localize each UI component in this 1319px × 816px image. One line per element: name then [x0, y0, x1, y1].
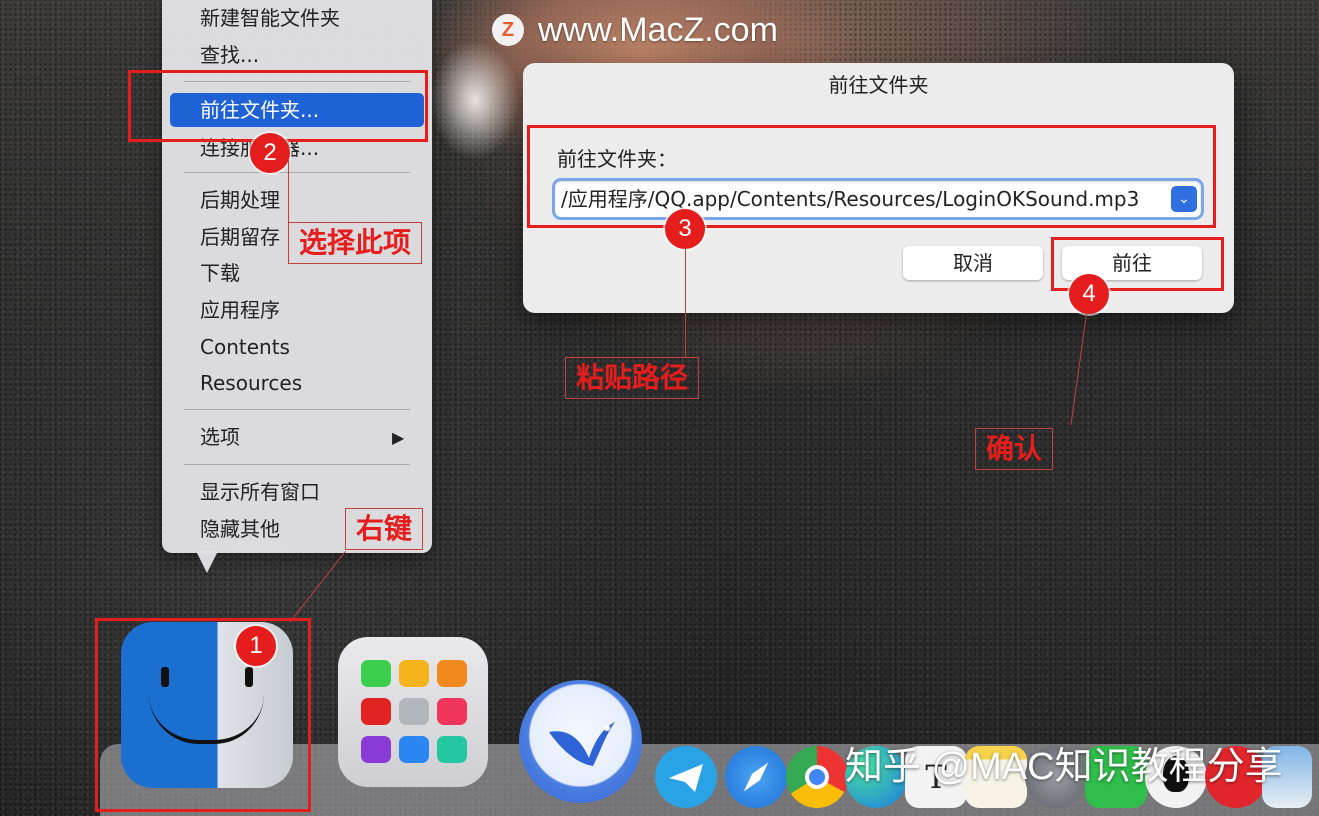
annotation-label-step1: 右键 — [345, 508, 424, 550]
safari-app-icon[interactable] — [725, 746, 787, 808]
annotation-line — [685, 249, 686, 357]
watermark-top: Z www.MacZ.com — [492, 10, 778, 50]
annotation-box-step3 — [527, 125, 1216, 228]
launchpad-tile — [399, 660, 429, 687]
macz-logo-icon: Z — [492, 14, 524, 46]
annotation-badge-1: 1 — [236, 626, 276, 666]
wallpaper-cat-white — [430, 40, 520, 160]
menu-item-downloads[interactable]: 下载 — [200, 258, 240, 288]
annotation-badge-4: 4 — [1069, 274, 1109, 314]
launchpad-tile — [361, 660, 391, 687]
cancel-button[interactable]: 取消 — [903, 246, 1043, 280]
menu-item-contents[interactable]: Contents — [200, 332, 290, 362]
launchpad-tile — [399, 698, 429, 725]
menu-item-show-all-windows[interactable]: 显示所有窗口 — [200, 477, 320, 507]
submenu-arrow-icon: ▶ — [392, 428, 405, 447]
annotation-box-step2 — [128, 70, 428, 142]
annotation-badge-3: 3 — [665, 209, 705, 249]
bird-icon — [549, 722, 615, 766]
compass-icon — [743, 762, 769, 792]
menu-item-hide-others[interactable]: 隐藏其他 — [200, 514, 280, 544]
menu-item-options[interactable]: 选项 — [200, 422, 240, 452]
annotation-label-step3: 粘贴路径 — [565, 357, 700, 399]
menu-pointer — [196, 551, 218, 573]
launchpad-tile — [437, 660, 467, 687]
chrome-app-icon[interactable] — [786, 746, 848, 808]
watermark-bottom: 知乎 @MAC知识教程分享 — [845, 746, 1283, 788]
menu-item-applications[interactable]: 应用程序 — [200, 295, 280, 325]
launchpad-app-icon[interactable] — [338, 637, 488, 787]
menu-separator — [184, 464, 410, 465]
chrome-center — [805, 765, 829, 789]
telegram-app-icon[interactable] — [655, 746, 717, 808]
annotation-label-step2: 选择此项 — [288, 222, 423, 264]
paper-plane-icon — [669, 764, 703, 792]
menu-item-new-smart-folder[interactable]: 新建智能文件夹 — [200, 3, 340, 33]
launchpad-tile — [437, 698, 467, 725]
menu-item-find[interactable]: 查找... — [200, 40, 259, 70]
launchpad-tile — [361, 736, 391, 763]
launchpad-tile — [361, 698, 391, 725]
annotation-badge-2: 2 — [250, 133, 290, 173]
watermark-url: www.MacZ.com — [538, 10, 778, 49]
launchpad-tile — [399, 736, 429, 763]
menu-item-resources[interactable]: Resources — [200, 368, 302, 398]
dialog-title: 前往文件夹 — [828, 73, 929, 97]
bird-mail-app-icon[interactable] — [519, 680, 642, 803]
annotation-line — [288, 160, 289, 222]
menu-separator — [184, 409, 410, 410]
annotation-box-step1 — [95, 618, 311, 812]
menu-item-archive[interactable]: 后期留存 — [200, 222, 280, 252]
menu-item-post-processing[interactable]: 后期处理 — [200, 185, 280, 215]
launchpad-tile — [437, 736, 467, 763]
menu-separator — [184, 172, 410, 173]
annotation-label-step4: 确认 — [975, 428, 1054, 470]
